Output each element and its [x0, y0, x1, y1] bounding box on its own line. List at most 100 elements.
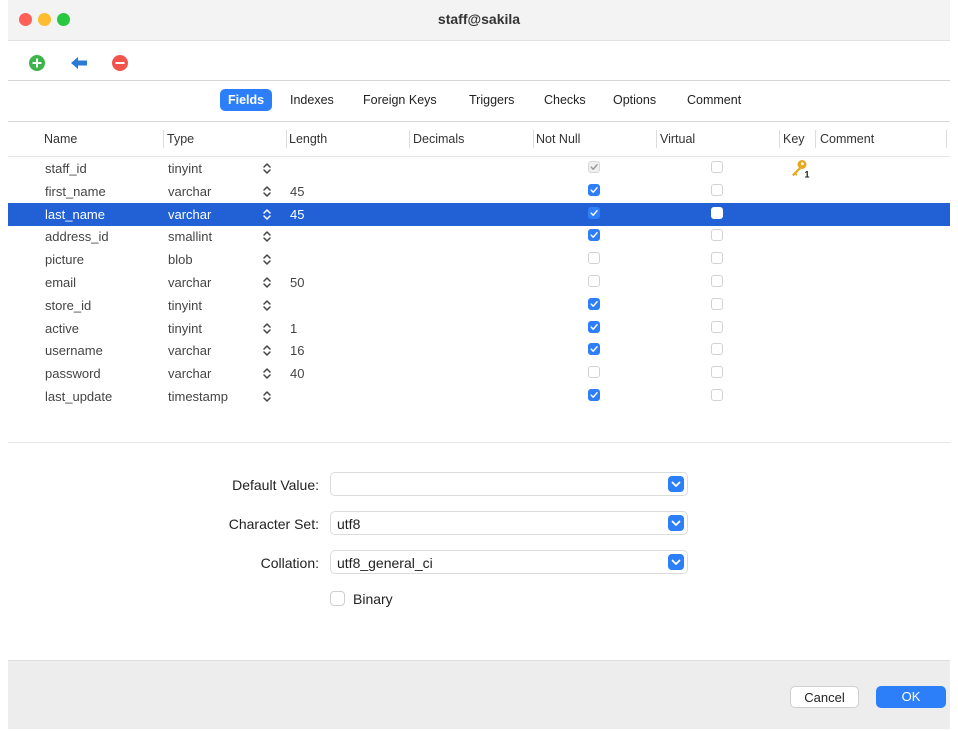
not-null-checkbox[interactable]: [588, 297, 600, 310]
field-type-cell[interactable]: varchar: [168, 207, 211, 222]
field-type-cell[interactable]: varchar: [168, 366, 211, 381]
field-type-cell[interactable]: tinyint: [168, 321, 202, 336]
field-length-cell[interactable]: 45: [290, 207, 304, 222]
type-stepper-icon[interactable]: [262, 161, 272, 176]
virtual-checkbox[interactable]: [711, 320, 723, 333]
virtual-checkbox[interactable]: [711, 161, 723, 173]
type-stepper-icon[interactable]: [262, 298, 272, 313]
not-null-checkbox[interactable]: [588, 275, 600, 287]
not-null-checkbox[interactable]: [588, 252, 600, 265]
column-header-type[interactable]: Type: [167, 132, 194, 146]
tab-indexes[interactable]: Indexes: [282, 89, 342, 111]
field-type-cell[interactable]: tinyint: [168, 298, 202, 313]
table-row[interactable]: first_name varchar 45: [8, 180, 950, 203]
field-name-cell[interactable]: first_name: [45, 184, 106, 199]
table-row[interactable]: username varchar 16: [8, 339, 950, 362]
character-set-select[interactable]: utf8: [330, 511, 688, 535]
tab-options[interactable]: Options: [605, 89, 664, 111]
field-length-cell[interactable]: 16: [290, 343, 304, 358]
type-stepper-icon[interactable]: [262, 184, 272, 199]
not-null-checkbox[interactable]: [588, 389, 600, 401]
type-stepper-icon[interactable]: [262, 252, 272, 267]
table-row[interactable]: active tinyint 1: [8, 317, 950, 340]
field-name-cell[interactable]: address_id: [45, 229, 109, 244]
virtual-checkbox[interactable]: [711, 389, 723, 401]
column-header-name[interactable]: Name: [44, 132, 77, 146]
table-row[interactable]: picture blob: [8, 248, 950, 271]
column-header-virtual[interactable]: Virtual: [660, 132, 695, 146]
field-type-cell[interactable]: varchar: [168, 184, 211, 199]
cancel-button[interactable]: Cancel: [790, 686, 859, 708]
field-type-cell[interactable]: timestamp: [168, 389, 228, 404]
chevron-down-icon[interactable]: [668, 554, 684, 570]
chevron-down-icon[interactable]: [668, 515, 684, 531]
field-type-cell[interactable]: varchar: [168, 343, 211, 358]
field-name-cell[interactable]: username: [45, 343, 103, 358]
field-type-cell[interactable]: smallint: [168, 229, 212, 244]
not-null-checkbox[interactable]: [588, 229, 600, 242]
not-null-checkbox[interactable]: [588, 206, 600, 219]
binary-checkbox[interactable]: [330, 591, 345, 606]
table-row[interactable]: store_id tinyint: [8, 294, 950, 317]
field-name-cell[interactable]: last_update: [45, 389, 112, 404]
column-separator[interactable]: [286, 130, 287, 148]
column-separator[interactable]: [946, 130, 947, 148]
table-row[interactable]: email varchar 50: [8, 271, 950, 294]
column-header-length[interactable]: Length: [289, 132, 327, 146]
chevron-down-icon[interactable]: [668, 476, 684, 492]
type-stepper-icon[interactable]: [262, 229, 272, 244]
type-stepper-icon[interactable]: [262, 207, 272, 222]
field-name-cell[interactable]: email: [45, 275, 76, 290]
not-null-checkbox[interactable]: [588, 161, 600, 173]
column-header-not-null[interactable]: Not Null: [536, 132, 580, 146]
field-type-cell[interactable]: tinyint: [168, 161, 202, 176]
virtual-checkbox[interactable]: [711, 252, 723, 265]
collation-select[interactable]: utf8_general_ci: [330, 550, 688, 574]
field-type-cell[interactable]: blob: [168, 252, 193, 267]
virtual-checkbox[interactable]: [711, 206, 723, 219]
not-null-checkbox[interactable]: [588, 343, 600, 356]
field-name-cell[interactable]: staff_id: [45, 161, 87, 176]
field-name-cell[interactable]: password: [45, 366, 101, 381]
not-null-checkbox[interactable]: [588, 183, 600, 196]
field-type-cell[interactable]: varchar: [168, 275, 211, 290]
field-length-cell[interactable]: 1: [290, 321, 297, 336]
table-row[interactable]: staff_id tinyint 1: [8, 157, 950, 180]
not-null-checkbox[interactable]: [588, 320, 600, 333]
virtual-checkbox[interactable]: [711, 275, 723, 287]
virtual-checkbox[interactable]: [711, 229, 723, 242]
type-stepper-icon[interactable]: [262, 366, 272, 381]
remove-field-icon[interactable]: [111, 54, 129, 72]
column-separator[interactable]: [533, 130, 534, 148]
virtual-checkbox[interactable]: [711, 366, 723, 379]
tab-comment[interactable]: Comment: [679, 89, 749, 111]
field-length-cell[interactable]: 40: [290, 366, 304, 381]
arrow-left-icon[interactable]: [70, 54, 88, 72]
field-name-cell[interactable]: active: [45, 321, 79, 336]
column-header-comment[interactable]: Comment: [820, 132, 874, 146]
table-row[interactable]: address_id smallint: [8, 225, 950, 248]
column-header-key[interactable]: Key: [783, 132, 805, 146]
type-stepper-icon[interactable]: [262, 321, 272, 336]
virtual-checkbox[interactable]: [711, 297, 723, 310]
column-separator[interactable]: [409, 130, 410, 148]
table-row[interactable]: password varchar 40: [8, 362, 950, 385]
column-separator[interactable]: [815, 130, 816, 148]
field-name-cell[interactable]: last_name: [45, 207, 105, 222]
not-null-checkbox[interactable]: [588, 366, 600, 379]
tab-foreign-keys[interactable]: Foreign Keys: [355, 89, 445, 111]
virtual-checkbox[interactable]: [711, 343, 723, 356]
type-stepper-icon[interactable]: [262, 389, 272, 404]
column-header-decimals[interactable]: Decimals: [413, 132, 464, 146]
column-separator[interactable]: [656, 130, 657, 148]
type-stepper-icon[interactable]: [262, 275, 272, 290]
tab-checks[interactable]: Checks: [536, 89, 594, 111]
field-name-cell[interactable]: store_id: [45, 298, 91, 313]
field-name-cell[interactable]: picture: [45, 252, 84, 267]
table-row[interactable]: last_update timestamp: [8, 385, 950, 408]
type-stepper-icon[interactable]: [262, 343, 272, 358]
field-length-cell[interactable]: 50: [290, 275, 304, 290]
field-length-cell[interactable]: 45: [290, 184, 304, 199]
column-separator[interactable]: [163, 130, 164, 148]
table-row[interactable]: last_name varchar 45: [8, 202, 950, 226]
